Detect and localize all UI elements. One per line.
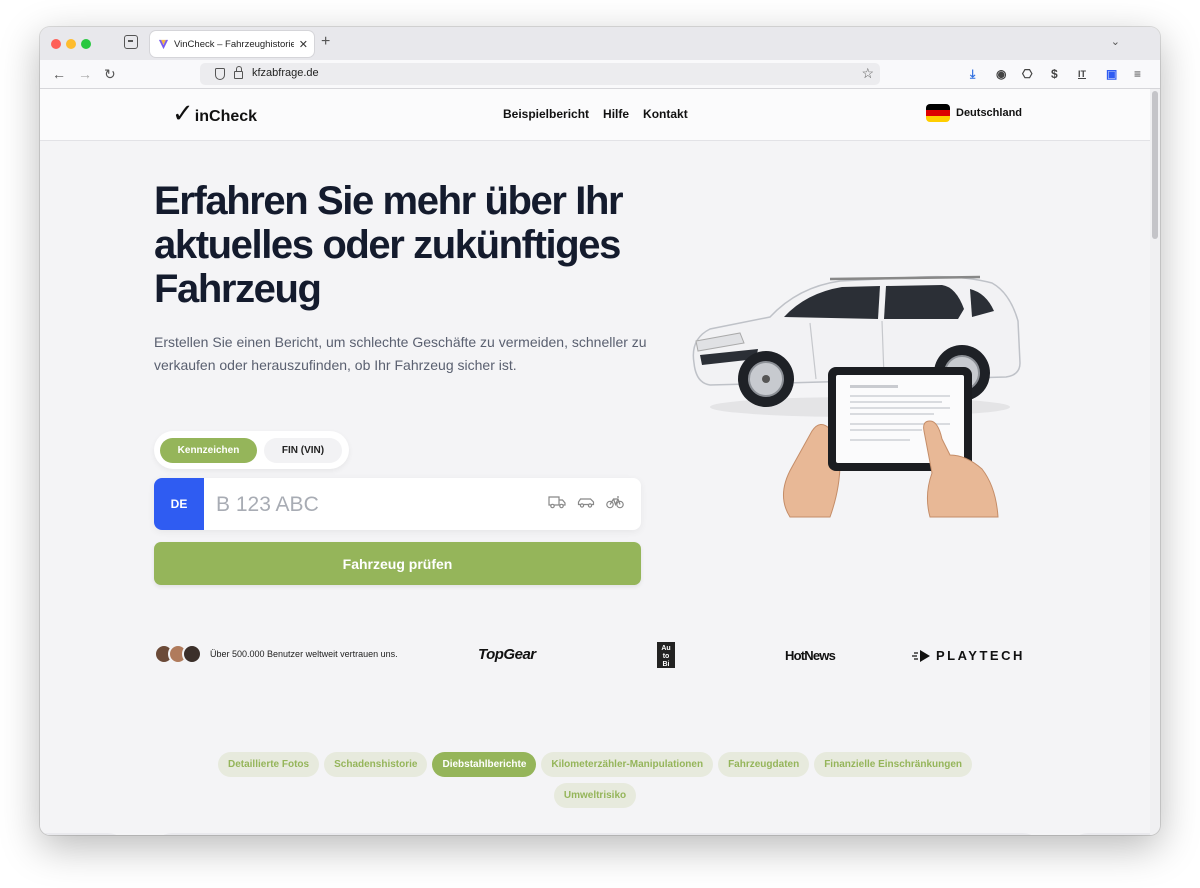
menu-hamburger-icon[interactable]: ≡ (1134, 66, 1141, 82)
trust-bar: Über 500.000 Benutzer weltweit vertrauen… (154, 644, 398, 664)
bookmark-extension-icon[interactable]: ▣ (1106, 66, 1117, 82)
lock-icon[interactable] (234, 66, 243, 79)
page-scrollbar[interactable] (1150, 89, 1160, 835)
bicycle-icon[interactable] (606, 495, 624, 509)
truck-icon[interactable] (548, 495, 566, 509)
dollar-extension-icon[interactable]: $ (1051, 66, 1058, 82)
feature-chip[interactable]: Finanzielle Einschränkungen (814, 752, 973, 777)
close-window-button[interactable] (51, 39, 61, 49)
trust-text: Über 500.000 Benutzer weltweit vertrauen… (210, 649, 398, 659)
forward-arrow-icon[interactable]: → (78, 66, 92, 82)
site-header: ✓ inCheck Beispielbericht Hilfe Kontakt … (40, 89, 1150, 141)
hero-title: Erfahren Sie mehr über Ihr aktuelles ode… (154, 179, 624, 311)
navigation-toolbar: ← → ↻ kfzabfrage.de ☆ ⤓ ◉ ⎔ $ IT ▣ ≡ (40, 60, 1160, 89)
feature-chip[interactable]: Kilometerzähler-Manipulationen (541, 752, 714, 777)
avatar (182, 644, 202, 664)
reload-icon[interactable]: ↻ (104, 66, 116, 82)
maximize-window-button[interactable] (81, 39, 91, 49)
autobild-logo: Au to Bi (657, 642, 675, 668)
car-tablet-illustration (692, 275, 1021, 518)
flag-stripe (926, 116, 950, 122)
tab-overview-icon[interactable] (124, 35, 138, 49)
minimize-window-button[interactable] (66, 39, 76, 49)
feature-chip[interactable]: Detaillierte Fotos (217, 752, 320, 777)
extensions-icon[interactable]: ⎔ (1022, 66, 1032, 82)
germany-flag-icon (926, 104, 950, 122)
country-selector[interactable]: Deutschland (926, 104, 1022, 122)
vincheck-favicon-icon (158, 39, 169, 49)
feature-chip[interactable]: Fahrzeugdaten (718, 752, 810, 777)
vincheck-logo[interactable]: ✓ inCheck (172, 99, 258, 129)
topgear-logo: TopGear (478, 646, 536, 663)
search-type-toggle: Kennzeichen FIN (VIN) (154, 431, 349, 469)
tracking-protection-shield-icon[interactable] (215, 68, 225, 80)
tab-kennzeichen[interactable]: Kennzeichen (160, 438, 257, 463)
address-bar[interactable]: kfzabfrage.de ☆ (200, 63, 880, 85)
tab-title: VinCheck – Fahrzeughistorie prü (174, 38, 294, 50)
tab-list-chevron-icon[interactable]: ⌄ (1111, 35, 1120, 48)
license-plate-input[interactable] (216, 492, 516, 518)
close-tab-icon[interactable]: ✕ (299, 38, 308, 51)
card-preview-left (40, 833, 126, 835)
playtech-logo: PLAYTECH (912, 648, 1025, 663)
country-label: Deutschland (956, 107, 1023, 119)
feature-chip[interactable]: Schadenshistorie (324, 752, 428, 777)
nav-link-hilfe[interactable]: Hilfe (603, 107, 629, 121)
browser-tab[interactable]: VinCheck – Fahrzeughistorie prü ✕ (150, 31, 314, 57)
playtech-arrow-icon (912, 649, 930, 662)
license-plate-field: DE (154, 478, 641, 530)
account-icon[interactable]: ◉ (996, 66, 1006, 82)
tab-fin-vin[interactable]: FIN (VIN) (264, 438, 342, 463)
nav-link-beispielbericht[interactable]: Beispielbericht (503, 107, 589, 121)
check-vehicle-button[interactable]: Fahrzeug prüfen (154, 542, 641, 585)
playtech-wordmark: PLAYTECH (936, 648, 1025, 663)
logo-text: inCheck (194, 108, 258, 125)
hero-subtitle: Erstellen Sie einen Bericht, um schlecht… (154, 334, 647, 373)
bookmark-star-icon[interactable]: ☆ (861, 65, 874, 82)
feature-chips: Detaillierte Fotos Schadenshistorie Diebst… (190, 752, 1000, 808)
card-preview-main (154, 833, 1041, 835)
downloads-icon[interactable]: ⤓ (970, 66, 975, 82)
hotnews-logo: HotNews (785, 648, 836, 663)
card-preview-right (1070, 833, 1150, 835)
url-text[interactable]: kfzabfrage.de (252, 67, 319, 79)
car-icon[interactable] (577, 495, 595, 509)
new-tab-icon[interactable]: + (321, 33, 330, 51)
feature-chip[interactable]: Diebstahlberichte (432, 752, 537, 777)
browser-window: VinCheck – Fahrzeughistorie prü ✕ + ⌄ ← … (40, 27, 1160, 835)
logo-checkmark: ✓ (172, 99, 194, 129)
plate-country-code: DE (154, 478, 204, 530)
nav-link-kontakt[interactable]: Kontakt (643, 107, 688, 121)
feature-chip[interactable]: Umweltrisiko (553, 783, 637, 808)
page-content: ✓ inCheck Beispielbericht Hilfe Kontakt … (40, 89, 1150, 835)
translate-extension-icon[interactable]: IT (1078, 66, 1086, 82)
back-arrow-icon[interactable]: ← (52, 66, 66, 82)
scrollbar-thumb[interactable] (1152, 91, 1158, 239)
tab-bar: VinCheck – Fahrzeughistorie prü ✕ + ⌄ (40, 27, 1160, 60)
main-navigation: Beispielbericht Hilfe Kontakt (503, 107, 688, 121)
